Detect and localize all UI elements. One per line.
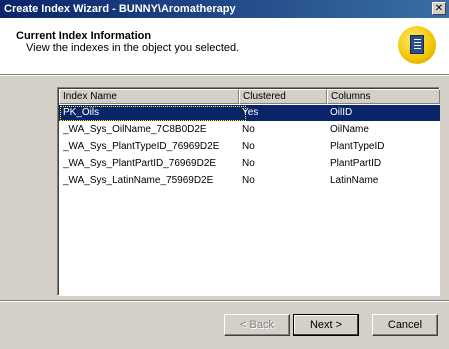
cell-clustered: No (242, 175, 255, 186)
document-icon (410, 35, 424, 54)
cell-index-name: _WA_Sys_PlantPartID_76969D2E (63, 158, 217, 169)
page-subtitle: View the indexes in the object you selec… (26, 42, 240, 54)
table-row[interactable]: _WA_Sys_PlantPartID_76969D2E No PlantPar… (59, 156, 440, 172)
back-button[interactable]: < Back (224, 314, 290, 336)
header-separator (0, 74, 449, 76)
title-bar: Create Index Wizard - BUNNY\Aromatherapy… (0, 0, 449, 18)
close-icon: ✕ (434, 3, 444, 14)
window-title: Create Index Wizard - BUNNY\Aromatherapy (4, 3, 236, 15)
cell-columns: LatinName (330, 175, 379, 186)
table-row[interactable]: PK_Oils Yes OilID (59, 105, 440, 121)
cell-index-name: _WA_Sys_PlantTypeID_76969D2E (63, 141, 220, 152)
column-header-clustered[interactable]: Clustered (239, 89, 327, 104)
cell-clustered: No (242, 141, 255, 152)
cell-columns: OilName (330, 124, 369, 135)
cell-index-name: _WA_Sys_LatinName_75969D2E (63, 175, 214, 186)
cell-clustered: Yes (242, 107, 259, 118)
table-row[interactable]: _WA_Sys_PlantTypeID_76969D2E No PlantTyp… (59, 139, 440, 155)
footer-separator (0, 300, 449, 302)
page-title: Current Index Information (16, 30, 152, 42)
list-header: Index Name Clustered Columns (59, 89, 440, 104)
index-list[interactable]: Index Name Clustered Columns PK_Oils Yes… (57, 87, 440, 296)
cell-index-name: PK_Oils (63, 107, 100, 118)
cell-columns: OilID (330, 107, 353, 118)
cell-clustered: No (242, 158, 255, 169)
table-row[interactable]: _WA_Sys_OilName_7C8B0D2E No OilName (59, 122, 440, 138)
cell-columns: PlantPartID (330, 158, 382, 169)
column-header-index-name[interactable]: Index Name (59, 89, 239, 104)
next-button[interactable]: Next > (293, 314, 359, 336)
wizard-header: Current Index Information View the index… (0, 18, 449, 75)
cell-clustered: No (242, 124, 255, 135)
wizard-window: Create Index Wizard - BUNNY\Aromatherapy… (0, 0, 449, 349)
column-header-columns[interactable]: Columns (327, 89, 440, 104)
close-button[interactable]: ✕ (432, 2, 446, 15)
table-row[interactable]: _WA_Sys_LatinName_75969D2E No LatinName (59, 173, 440, 189)
cell-index-name: _WA_Sys_OilName_7C8B0D2E (63, 124, 207, 135)
wizard-index-icon (398, 26, 436, 64)
cell-columns: PlantTypeID (330, 141, 385, 152)
cancel-button[interactable]: Cancel (372, 314, 438, 336)
